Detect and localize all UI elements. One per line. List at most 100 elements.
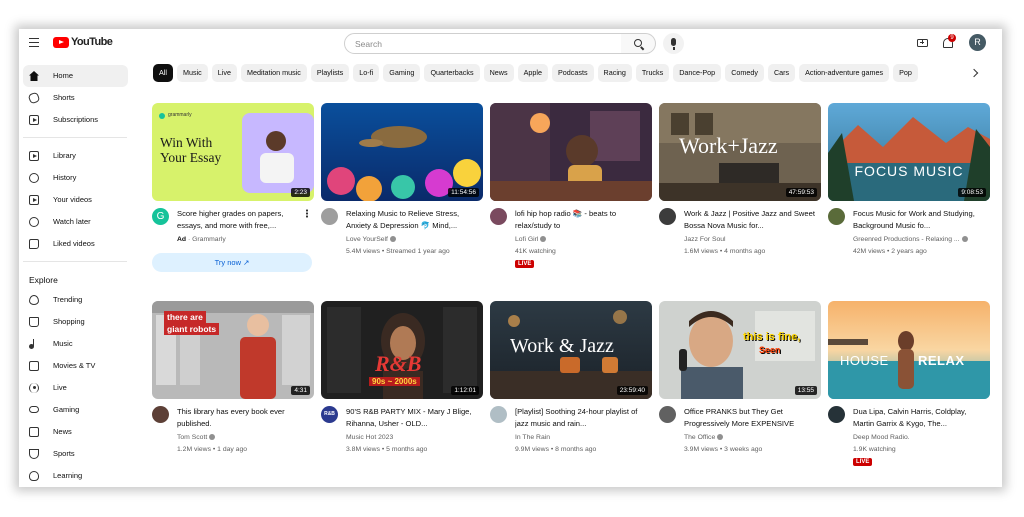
sidebar-item-learning[interactable]: Learning bbox=[23, 465, 128, 487]
video-meta: 41K watching bbox=[515, 248, 556, 255]
explore-heading: Explore bbox=[29, 275, 58, 285]
channel-name[interactable]: The Office bbox=[684, 434, 724, 441]
search-input[interactable] bbox=[345, 34, 595, 54]
chip-news[interactable]: News bbox=[483, 64, 514, 82]
sidebar-item-shopping[interactable]: Shopping bbox=[23, 311, 128, 333]
try-now-button[interactable]: Try now ↗ bbox=[152, 253, 312, 272]
youtube-logo[interactable]: YouTube bbox=[53, 36, 113, 48]
video-card-live[interactable]: lofi hip hop radio 📚 - beats to relax/st… bbox=[490, 103, 652, 278]
video-title[interactable]: lofi hip hop radio 📚 - beats to relax/st… bbox=[515, 208, 649, 231]
chip-apple[interactable]: Apple bbox=[517, 64, 548, 82]
sidebar-item-watch-later[interactable]: Watch later bbox=[23, 211, 128, 233]
channel-avatar[interactable] bbox=[490, 208, 507, 225]
chip-dance-pop[interactable]: Dance-Pop bbox=[673, 64, 722, 82]
video-title[interactable]: [Playlist] Soothing 24-hour playlist of … bbox=[515, 406, 649, 429]
chip-gaming[interactable]: Gaming bbox=[383, 64, 421, 82]
video-title[interactable]: 90'S R&B PARTY MIX - Mary J Blige, Rihan… bbox=[346, 406, 480, 429]
sidebar-item-subscriptions[interactable]: Subscriptions bbox=[23, 109, 128, 131]
your-videos-icon bbox=[29, 195, 39, 205]
chip-all[interactable]: All bbox=[153, 64, 173, 82]
chip-music[interactable]: Music bbox=[177, 64, 208, 82]
chip-lofi[interactable]: Lo-fi bbox=[353, 64, 380, 82]
video-thumbnail[interactable]: this is fine, Seen 13:55 bbox=[659, 301, 821, 399]
channel-name[interactable]: Lofi Girl bbox=[515, 236, 547, 243]
channel-avatar[interactable] bbox=[152, 406, 169, 423]
thumbnail-text: FOCUS MUSIC bbox=[854, 163, 964, 179]
chip-pop[interactable]: Pop bbox=[893, 64, 918, 82]
video-card[interactable]: FOCUS MUSIC 9:08:53 Focus Music for Work… bbox=[828, 103, 990, 278]
video-card[interactable]: R&B 90s ~ 2000s 1:12:01 R&B 90'S R&B PAR… bbox=[321, 301, 483, 476]
sidebar-item-library[interactable]: Library bbox=[23, 145, 128, 167]
video-thumbnail[interactable]: grammarly Win With Your Essay 2:23 bbox=[152, 103, 314, 201]
chip-quarterbacks[interactable]: Quarterbacks bbox=[424, 64, 480, 82]
video-card-live[interactable]: HOUSE RELAX Dua Lipa, Calvin Harris, Col… bbox=[828, 301, 990, 476]
sidebar-item-shorts[interactable]: Shorts bbox=[23, 87, 128, 109]
home-icon bbox=[29, 71, 39, 81]
sidebar-item-sports[interactable]: Sports bbox=[23, 443, 128, 465]
chip-action-adventure-games[interactable]: Action-adventure games bbox=[799, 64, 890, 82]
video-card[interactable]: Work & Jazz 23:59:40 [Playlist] Soothing… bbox=[490, 301, 652, 476]
video-title[interactable]: Dua Lipa, Calvin Harris, Coldplay, Marti… bbox=[853, 406, 987, 429]
sidebar-item-news[interactable]: News bbox=[23, 421, 128, 443]
video-title[interactable]: Focus Music for Work and Studying, Backg… bbox=[853, 208, 987, 231]
channel-name[interactable]: Deep Mood Radio. bbox=[853, 434, 910, 441]
chip-comedy[interactable]: Comedy bbox=[725, 64, 764, 82]
video-card[interactable]: this is fine, Seen 13:55 Office PRANKS b… bbox=[659, 301, 821, 476]
channel-avatar[interactable] bbox=[490, 406, 507, 423]
channel-avatar[interactable] bbox=[659, 406, 676, 423]
sidebar-item-live[interactable]: Live bbox=[23, 377, 128, 399]
sidebar-item-gaming[interactable]: Gaming bbox=[23, 399, 128, 421]
sidebar-item-music[interactable]: Music bbox=[23, 333, 128, 355]
video-title[interactable]: Work & Jazz | Positive Jazz and Sweet Bo… bbox=[684, 208, 818, 231]
video-thumbnail[interactable]: HOUSE RELAX bbox=[828, 301, 990, 399]
channel-avatar[interactable]: R&B bbox=[321, 406, 338, 423]
video-thumbnail[interactable]: FOCUS MUSIC 9:08:53 bbox=[828, 103, 990, 201]
sidebar-item-liked-videos[interactable]: Liked videos bbox=[23, 233, 128, 255]
chip-trucks[interactable]: Trucks bbox=[635, 64, 670, 82]
sidebar-item-trending[interactable]: Trending bbox=[23, 289, 128, 311]
channel-name[interactable]: Love YourSelf bbox=[346, 236, 396, 243]
video-card[interactable]: 11:54:56 Relaxing Music to Relieve Stres… bbox=[321, 103, 483, 278]
video-thumbnail[interactable]: 11:54:56 bbox=[321, 103, 483, 201]
video-card-ad[interactable]: grammarly Win With Your Essay 2:23 G Sco… bbox=[152, 103, 314, 278]
chip-live[interactable]: Live bbox=[211, 64, 237, 82]
channel-avatar[interactable] bbox=[828, 406, 845, 423]
more-options-icon[interactable] bbox=[306, 209, 308, 218]
channel-name[interactable]: In The Rain bbox=[515, 434, 550, 441]
channel-name[interactable]: Tom Scott bbox=[177, 434, 216, 441]
channel-avatar[interactable]: G bbox=[152, 208, 169, 225]
sidebar-item-your-videos[interactable]: Your videos bbox=[23, 189, 128, 211]
video-thumbnail[interactable] bbox=[490, 103, 652, 201]
sidebar-item-home[interactable]: Home bbox=[23, 65, 128, 87]
channel-name[interactable]: Jazz For Soul bbox=[684, 236, 726, 243]
video-title[interactable]: Relaxing Music to Relieve Stress, Anxiet… bbox=[346, 208, 480, 231]
search-button[interactable] bbox=[621, 33, 656, 54]
channel-avatar[interactable] bbox=[828, 208, 845, 225]
video-thumbnail[interactable]: Work+Jazz 47:59:53 bbox=[659, 103, 821, 201]
chip-podcasts[interactable]: Podcasts bbox=[551, 64, 594, 82]
chip-racing[interactable]: Racing bbox=[597, 64, 632, 82]
channel-name[interactable]: Greenred Productions - Relaxing ... bbox=[853, 236, 968, 243]
chip-meditation-music[interactable]: Meditation music bbox=[240, 64, 307, 82]
sidebar-item-movies[interactable]: Movies & TV bbox=[23, 355, 128, 377]
channel-avatar[interactable] bbox=[659, 208, 676, 225]
video-thumbnail[interactable]: there are giant robots 4:31 bbox=[152, 301, 314, 399]
video-thumbnail[interactable]: Work & Jazz 23:59:40 bbox=[490, 301, 652, 399]
video-title[interactable]: Score higher grades on papers, essays, a… bbox=[177, 208, 311, 231]
chip-cars[interactable]: Cars bbox=[767, 64, 796, 82]
chip-playlists[interactable]: Playlists bbox=[310, 64, 350, 82]
video-card[interactable]: there are giant robots 4:31 This library… bbox=[152, 301, 314, 476]
video-title[interactable]: This library has every book ever publish… bbox=[177, 406, 311, 429]
chevron-right-icon[interactable] bbox=[969, 68, 979, 78]
hamburger-menu-icon[interactable] bbox=[29, 38, 39, 47]
video-title[interactable]: Office PRANKS but They Get Progressively… bbox=[684, 406, 818, 429]
channel-name[interactable]: Music Hot 2023 bbox=[346, 434, 393, 441]
create-video-icon[interactable] bbox=[917, 39, 928, 47]
video-card[interactable]: Work+Jazz 47:59:53 Work & Jazz | Positiv… bbox=[659, 103, 821, 278]
voice-search-button[interactable] bbox=[663, 33, 684, 54]
sidebar-item-history[interactable]: History bbox=[23, 167, 128, 189]
account-avatar[interactable]: R bbox=[969, 34, 986, 51]
channel-avatar[interactable] bbox=[321, 208, 338, 225]
channel-name[interactable]: Grammarly bbox=[192, 236, 226, 243]
video-thumbnail[interactable]: R&B 90s ~ 2000s 1:12:01 bbox=[321, 301, 483, 399]
